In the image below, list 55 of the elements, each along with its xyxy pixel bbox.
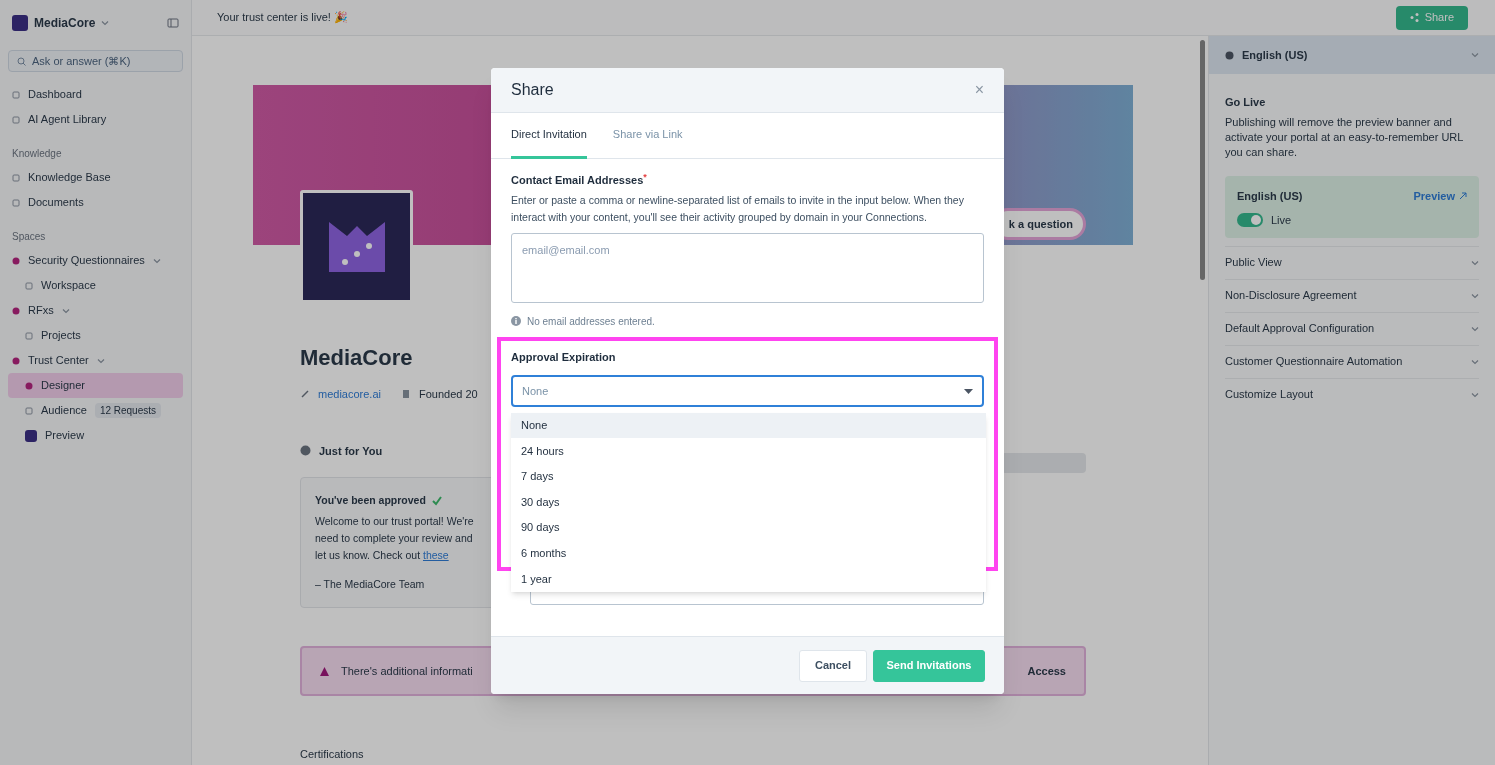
- signature-text: – The MediaCore Team: [315, 577, 425, 592]
- section-title: Just for You: [319, 443, 383, 459]
- section-title: Certifications: [300, 747, 364, 762]
- dropdown-option[interactable]: 24 hours: [511, 438, 986, 464]
- accordion-item[interactable]: Customer Questionnaire Automation: [1225, 344, 1479, 378]
- accordion-item[interactable]: Non-Disclosure Agreement: [1225, 278, 1479, 312]
- sidebar-item[interactable]: RFxs: [8, 298, 183, 323]
- language-name: English (US): [1237, 188, 1303, 204]
- alert-text: There's additional informati: [341, 663, 473, 679]
- language-header[interactable]: English (US): [1209, 36, 1495, 74]
- founded-text: Founded 20: [419, 387, 478, 402]
- sidebar-item[interactable]: Workspace: [8, 273, 183, 298]
- email-input[interactable]: email@email.com: [511, 232, 984, 303]
- card-title: You've been approved: [315, 493, 426, 508]
- sidebar-item[interactable]: Designer: [8, 373, 183, 398]
- sidebar-item[interactable]: Knowledge Base: [8, 165, 183, 190]
- panel-title: Go Live: [1225, 95, 1267, 110]
- dropdown-option[interactable]: None: [511, 412, 986, 439]
- field-label: Contact Email Addresses$^{*}$: [511, 172, 647, 188]
- notice-text: Your trust center is live! 🎉: [217, 10, 348, 26]
- tab[interactable]: Direct Invitation: [511, 113, 587, 159]
- sidebar-item[interactable]: Security Questionnaires: [8, 248, 183, 273]
- sidebar-item[interactable]: AI Agent Library: [8, 107, 183, 132]
- sidebar-item[interactable]: Documents: [8, 190, 183, 215]
- sidebar-item[interactable]: Trust Center: [8, 348, 183, 373]
- dropdown-option[interactable]: 6 months: [511, 540, 986, 567]
- cancel-button[interactable]: Cancel: [799, 649, 867, 682]
- section-label: Spaces: [11, 230, 47, 244]
- field-description: Enter or paste a comma or newline-separated list of emails to invite in the input below. When they interact with your content, you'll see their activity grouped by domain in your Connections.: [511, 192, 965, 225]
- accordion-item[interactable]: Public View: [1225, 245, 1479, 279]
- dropdown-option[interactable]: 30 days: [511, 489, 986, 515]
- dropdown-option[interactable]: 1 year: [511, 566, 986, 592]
- accordion-item[interactable]: Default Approval Configuration: [1225, 311, 1479, 345]
- request-access-link[interactable]: Access: [1027, 662, 1066, 680]
- sidebar-item[interactable]: Preview: [8, 423, 183, 448]
- search-placeholder: Ask or answer (⌘K): [32, 53, 131, 69]
- brand-name: MediaCore: [34, 15, 96, 32]
- sidebar-item[interactable]: Audience 12 Requests: [8, 398, 183, 423]
- dropdown-option[interactable]: 90 days: [511, 514, 986, 541]
- search-field[interactable]: Ask or answer (⌘K): [8, 50, 183, 72]
- section-label: Knowledge: [11, 147, 63, 161]
- dialog-title: Share: [511, 80, 554, 100]
- sidebar-item[interactable]: Dashboard: [8, 82, 183, 107]
- hint-text: No email addresses entered.: [527, 314, 655, 329]
- company-name: MediaCore: [300, 344, 413, 372]
- sidebar-item[interactable]: Projects: [8, 323, 183, 348]
- welcome-paragraph: Welcome to our trust portal! We're need to complete your review and let us know. Check out these: [315, 514, 474, 563]
- accordion-item[interactable]: Customize Layout: [1225, 377, 1479, 411]
- request-badge: 12 Requests: [94, 403, 162, 418]
- website-link[interactable]: mediacore.ai: [318, 386, 381, 403]
- toggle-label: Live: [1271, 213, 1292, 228]
- instructions-link[interactable]: these: [423, 549, 449, 561]
- panel-description: Publishing will remove the preview banner and activate your portal at an easy-to-remember URL you can share.: [1225, 114, 1465, 160]
- dropdown-option[interactable]: 7 days: [511, 463, 986, 490]
- field-label: Approval Expiration: [511, 349, 617, 365]
